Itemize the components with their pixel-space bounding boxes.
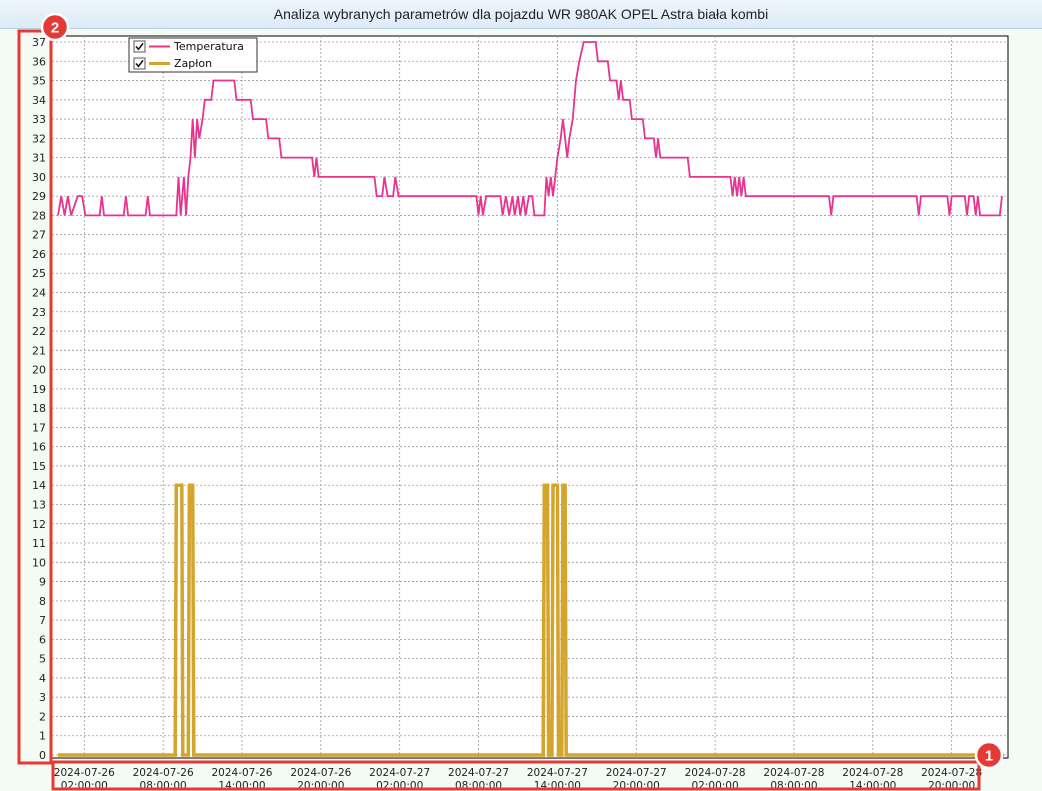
- y-tick-label: 6: [39, 633, 46, 646]
- y-tick-label: 5: [39, 653, 46, 666]
- y-tick-label: 37: [32, 36, 46, 49]
- y-tick-label: 24: [32, 287, 46, 300]
- legend-checkbox-temperatura[interactable]: [133, 40, 146, 53]
- y-tick-label: 7: [39, 614, 46, 627]
- y-tick-label: 2: [39, 710, 46, 723]
- y-tick-label: 30: [32, 171, 46, 184]
- y-tick-label: 1: [39, 730, 46, 743]
- y-tick-label: 23: [32, 306, 46, 319]
- x-tick-date: 2024-07-26: [133, 767, 194, 779]
- marker-label-1: 1: [985, 748, 993, 765]
- y-tick-label: 22: [32, 325, 46, 338]
- x-tick-date: 2024-07-28: [763, 767, 824, 779]
- x-tick-date: 2024-07-28: [842, 767, 903, 779]
- y-tick-label: 27: [32, 229, 46, 242]
- y-tick-label: 9: [39, 576, 46, 589]
- y-tick-label: 21: [32, 344, 46, 357]
- legend: Temperatura Zapłon: [128, 37, 258, 73]
- marker-badge-2: 2: [40, 12, 70, 42]
- x-tick-date: 2024-07-27: [527, 767, 588, 779]
- y-axis-ticks: 0123456789101112131415161718192021222324…: [32, 36, 46, 762]
- y-tick-label: 28: [32, 209, 46, 222]
- legend-checkbox-zaplon[interactable]: [133, 57, 146, 70]
- x-tick-date: 2024-07-28: [921, 767, 982, 779]
- y-tick-label: 8: [39, 595, 46, 608]
- y-tick-label: 20: [32, 364, 46, 377]
- x-tick-date: 2024-07-26: [211, 767, 272, 779]
- x-axis-ticks: 2024-07-2602:00:002024-07-2608:00:002024…: [54, 767, 982, 791]
- y-tick-label: 10: [32, 556, 46, 569]
- marker-label-2: 2: [51, 20, 59, 37]
- x-tick-date: 2024-07-27: [448, 767, 509, 779]
- y-tick-label: 33: [32, 113, 46, 126]
- y-tick-label: 12: [32, 518, 46, 531]
- x-tick-date: 2024-07-26: [290, 767, 351, 779]
- y-tick-label: 19: [32, 383, 46, 396]
- y-tick-label: 16: [32, 441, 46, 454]
- y-tick-label: 18: [32, 402, 46, 415]
- x-tick-date: 2024-07-26: [54, 767, 115, 779]
- y-tick-label: 17: [32, 421, 46, 434]
- y-tick-label: 13: [32, 498, 46, 511]
- y-tick-label: 15: [32, 460, 46, 473]
- y-tick-label: 0: [39, 749, 46, 762]
- y-tick-label: 31: [32, 152, 46, 165]
- y-tick-label: 4: [39, 672, 46, 685]
- x-tick-date: 2024-07-27: [369, 767, 430, 779]
- y-tick-label: 29: [32, 190, 46, 203]
- x-tick-date: 2024-07-27: [606, 767, 667, 779]
- y-tick-label: 14: [32, 479, 46, 492]
- y-tick-label: 25: [32, 267, 46, 280]
- legend-label-temperatura: Temperatura: [173, 40, 244, 53]
- x-tick-date: 2024-07-28: [685, 767, 746, 779]
- y-tick-label: 35: [32, 75, 46, 88]
- y-tick-label: 3: [39, 691, 46, 704]
- marker-badge-1: 1: [974, 740, 1004, 770]
- line-chart: 0123456789101112131415161718192021222324…: [17, 12, 1009, 791]
- y-tick-label: 34: [32, 94, 46, 107]
- y-tick-label: 11: [32, 537, 46, 550]
- y-tick-label: 26: [32, 248, 46, 261]
- y-tick-label: 36: [32, 55, 46, 68]
- y-tick-label: 32: [32, 132, 46, 145]
- legend-label-zaplon: Zapłon: [174, 57, 212, 70]
